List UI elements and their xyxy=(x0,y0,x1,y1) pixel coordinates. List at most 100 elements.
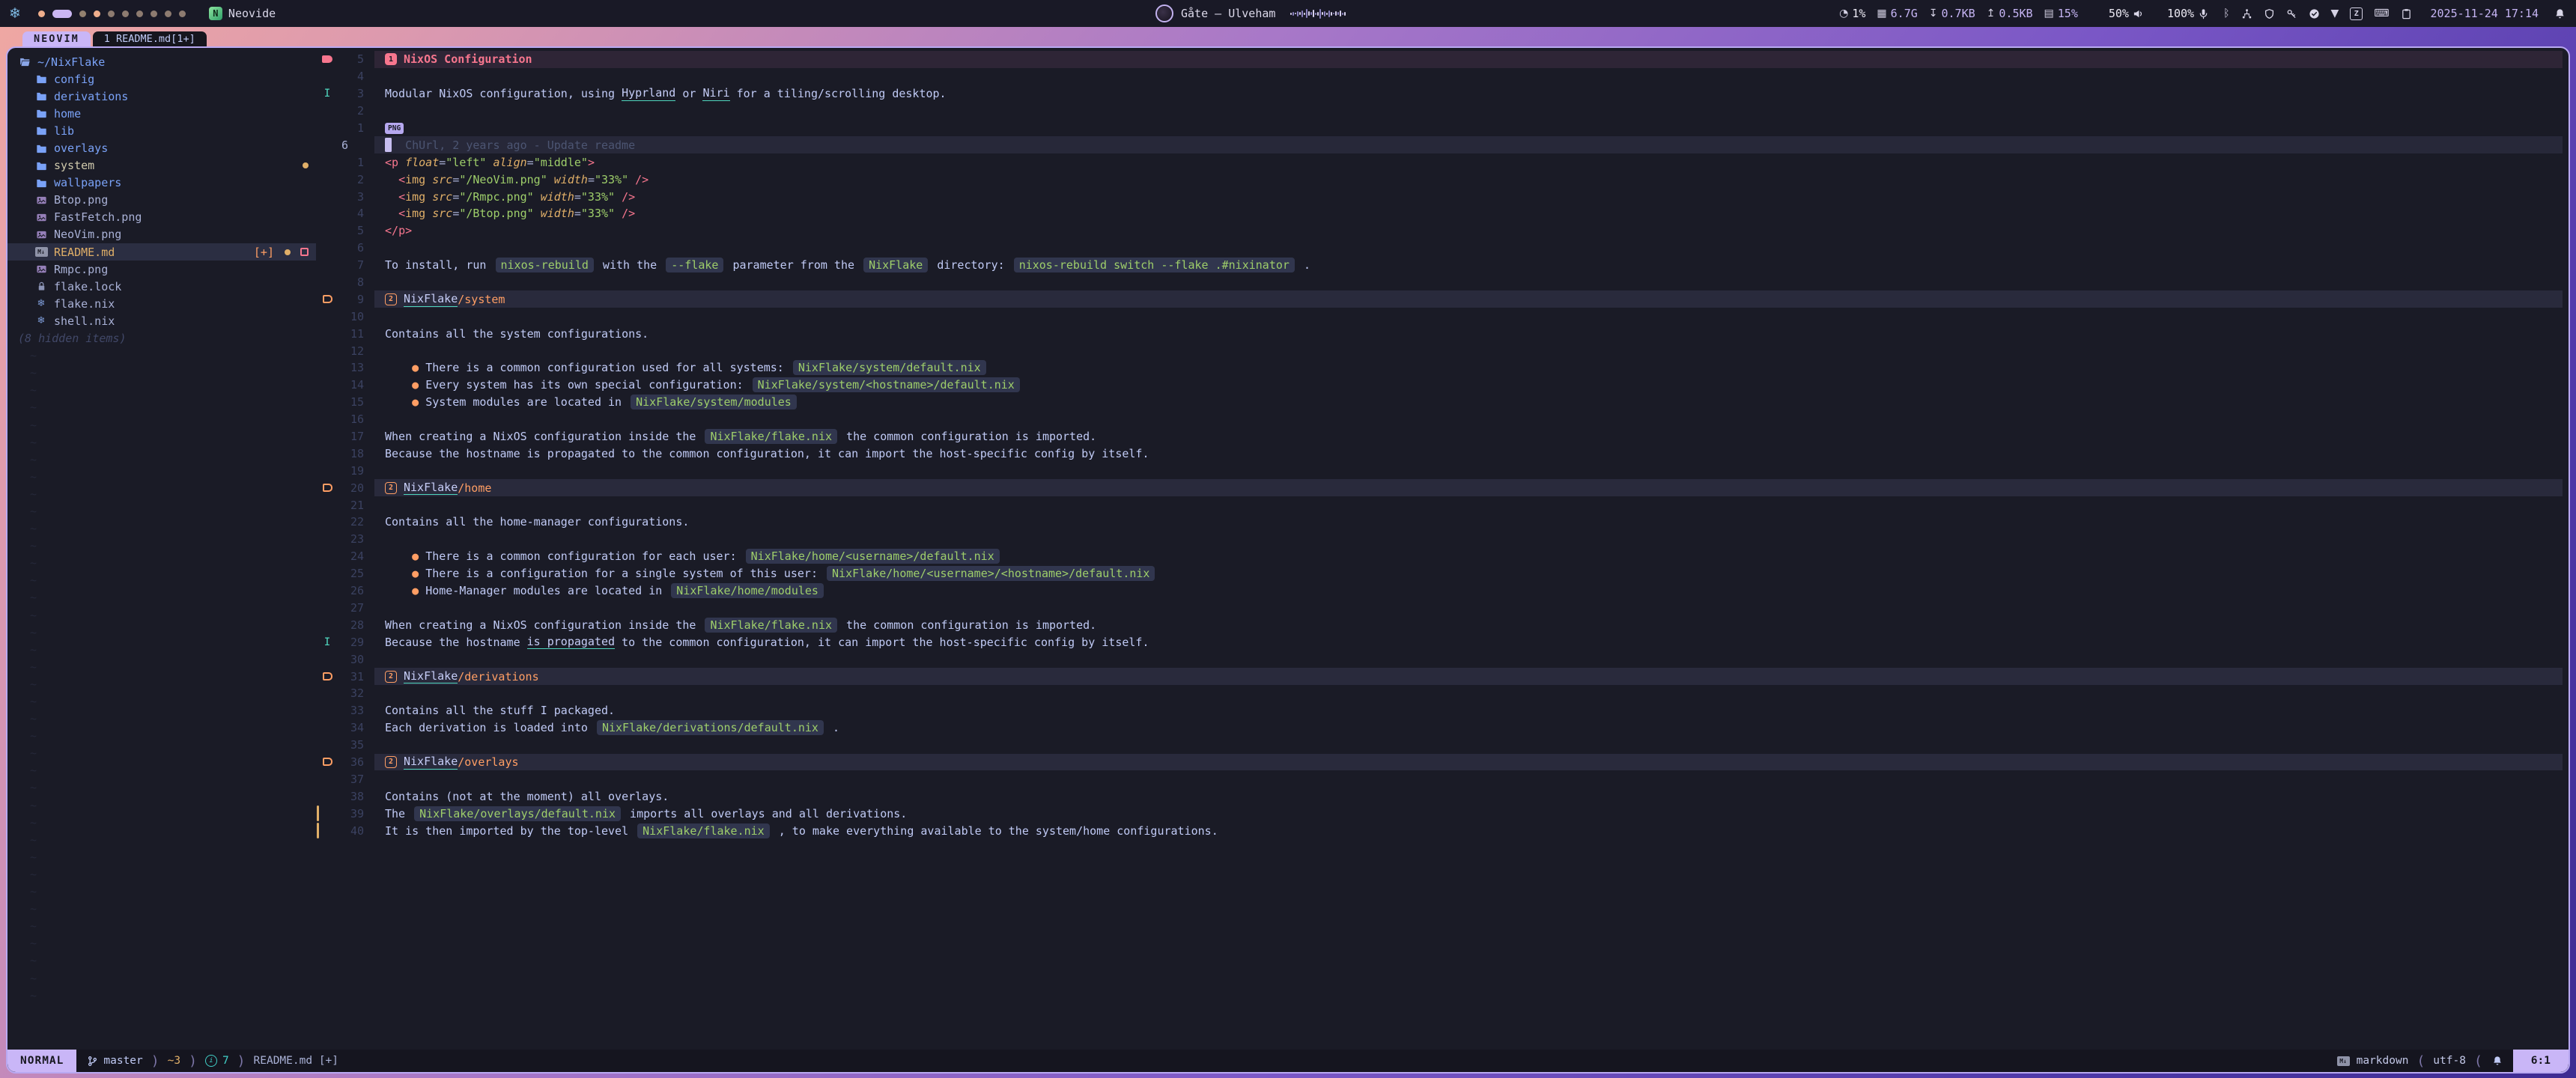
editor-line[interactable]: 16 xyxy=(316,411,2563,428)
editor-line[interactable]: 38Contains (not at the moment) all overl… xyxy=(316,788,2563,805)
editor-line[interactable]: 18Because the hostname is propagated to … xyxy=(316,445,2563,462)
editor-line[interactable]: 26 ● Home-Manager modules are located in… xyxy=(316,582,2563,600)
editor-line[interactable]: 39The NixFlake/overlays/default.nix impo… xyxy=(316,805,2563,822)
tree-item-rmpc-png[interactable]: Rmpc.png xyxy=(7,261,316,278)
editor-line[interactable]: 35 xyxy=(316,737,2563,754)
key-icon[interactable] xyxy=(2286,8,2297,19)
editor-line[interactable]: 10 xyxy=(316,308,2563,325)
clock[interactable]: 2025-11-24 17:14 xyxy=(2431,7,2539,20)
disk-icon[interactable]: ▤15% xyxy=(2044,7,2078,20)
bluetooth-icon[interactable]: ᛒ xyxy=(2223,7,2229,19)
workspace-dot[interactable] xyxy=(179,10,186,17)
keyboard-layout-icon[interactable]: ⌨ xyxy=(2374,7,2389,19)
workspace-active[interactable] xyxy=(52,10,72,18)
workspace-dot[interactable] xyxy=(165,10,171,17)
microphone-icon[interactable]: 100% xyxy=(2167,7,2209,20)
editor-line[interactable]: 13 ● There is a common configuration use… xyxy=(316,359,2563,377)
editor-line[interactable]: 30 xyxy=(316,651,2563,668)
editor-line[interactable]: 14 ● Every system has its own special co… xyxy=(316,377,2563,394)
tree-item-shell-nix[interactable]: ❄shell.nix xyxy=(7,312,316,329)
cpu-gauge-icon[interactable]: ◔1% xyxy=(1839,7,1865,20)
tree-item-btop-png[interactable]: Btop.png xyxy=(7,192,316,209)
editor-line[interactable]: I29Because the hostname is propagated to… xyxy=(316,633,2563,651)
editor-line[interactable]: 28When creating a NixOS configuration in… xyxy=(316,616,2563,633)
editor-line[interactable]: 37 xyxy=(316,770,2563,788)
editor-line[interactable]: 312NixFlake/derivations xyxy=(316,668,2563,685)
workspace-dot[interactable] xyxy=(122,10,129,17)
tree-item-derivations[interactable]: derivations xyxy=(7,88,316,105)
workspace-dot[interactable] xyxy=(136,10,143,17)
tree-item-neovim-png[interactable]: NeoVim.png xyxy=(7,226,316,243)
workspace-dot[interactable] xyxy=(108,10,115,17)
editor-line[interactable]: 6 xyxy=(316,240,2563,257)
editor-line[interactable]: 4 <img src="/Btop.png" width="33%" /> xyxy=(316,205,2563,222)
tree-item-wallpapers[interactable]: wallpapers xyxy=(7,174,316,192)
editor-line[interactable]: 22Contains all the home-manager configur… xyxy=(316,514,2563,531)
editor-line[interactable]: 17When creating a NixOS configuration in… xyxy=(316,428,2563,445)
workspace-dot[interactable] xyxy=(79,10,86,17)
tree-item-flake-lock[interactable]: flake.lock xyxy=(7,278,316,295)
editor-line[interactable]: 34Each derivation is loaded into NixFlak… xyxy=(316,719,2563,737)
media-widget[interactable]: Gåte – Ulveham xyxy=(1155,0,1346,27)
editor-line[interactable]: 362NixFlake/overlays xyxy=(316,754,2563,771)
bell-icon[interactable] xyxy=(2492,1056,2503,1066)
editor-line[interactable]: 11Contains all the system configurations… xyxy=(316,325,2563,342)
editor-line[interactable]: 2 xyxy=(316,103,2563,120)
editor-buffer[interactable]: 51NixOS Configuration4I3Modular NixOS co… xyxy=(316,48,2569,1050)
editor-line[interactable]: 1PNG xyxy=(316,120,2563,137)
editor-line[interactable]: 4 xyxy=(316,68,2563,85)
diagnostics-info[interactable]: i 7 xyxy=(205,1055,229,1067)
editor-line[interactable]: 2 <img src="/NeoVim.png" width="33%" /> xyxy=(316,171,2563,188)
tree-item-config[interactable]: config xyxy=(7,70,316,88)
tree-item-flake-nix[interactable]: ❄flake.nix xyxy=(7,295,316,312)
editor-line[interactable]: 40It is then imported by the top-level N… xyxy=(316,822,2563,839)
git-branch[interactable]: master xyxy=(87,1055,142,1067)
editor-line[interactable]: 23 xyxy=(316,531,2563,548)
tree-item-lib[interactable]: lib xyxy=(7,122,316,139)
editor-line[interactable]: 33Contains all the stuff I packaged. xyxy=(316,702,2563,719)
tree-item-home[interactable]: home xyxy=(7,105,316,122)
editor-line[interactable]: 27 xyxy=(316,600,2563,617)
clipboard-icon[interactable] xyxy=(2401,8,2412,19)
editor-line[interactable]: 92NixFlake/system xyxy=(316,290,2563,308)
tree-item-system[interactable]: system xyxy=(7,157,316,174)
bell-icon[interactable] xyxy=(2554,8,2566,19)
workspace-dot[interactable] xyxy=(151,10,157,17)
zellij-icon[interactable]: Z xyxy=(2350,7,2363,20)
volume-icon[interactable]: 50% xyxy=(2109,7,2144,20)
editor-line[interactable]: 19 xyxy=(316,462,2563,479)
net-download-icon[interactable]: ↧0.7KB xyxy=(1929,7,1975,20)
tree-item-overlays[interactable]: overlays xyxy=(7,139,316,156)
editor-line[interactable]: 1<p float="left" align="middle"> xyxy=(316,153,2563,171)
editor-line[interactable]: 12 xyxy=(316,342,2563,359)
vpn-triangle-icon[interactable]: ▼ xyxy=(2331,7,2339,19)
tab-neovim[interactable]: NEOVIM xyxy=(22,31,91,46)
editor-line[interactable]: 3 <img src="/Rmpc.png" width="33%" /> xyxy=(316,188,2563,205)
editor-line[interactable]: I3Modular NixOS configuration, using Hyp… xyxy=(316,85,2563,103)
editor-line[interactable]: 51NixOS Configuration xyxy=(316,51,2563,68)
editor-line[interactable]: 7To install, run nixos-rebuild with the … xyxy=(316,257,2563,274)
editor-cursor-line[interactable]: 6 ChUrl, 2 years ago - Update readme xyxy=(316,136,2563,153)
editor-line[interactable]: 8 xyxy=(316,274,2563,291)
net-upload-icon[interactable]: ↥0.5KB xyxy=(1987,7,2033,20)
nixos-logo-icon[interactable]: ❄ xyxy=(9,5,21,22)
editor-line[interactable]: 15 ● System modules are located in NixFl… xyxy=(316,394,2563,411)
tab-buffer-readme[interactable]: 1 README.md[1+] xyxy=(93,31,207,46)
tree-item--nixflake[interactable]: ~/NixFlake xyxy=(7,53,316,70)
shield-icon[interactable] xyxy=(2264,8,2275,19)
network-hub-icon[interactable] xyxy=(2241,8,2253,19)
editor-line[interactable]: 5</p> xyxy=(316,222,2563,240)
editor-line[interactable]: 21 xyxy=(316,496,2563,514)
workspace-dot[interactable] xyxy=(38,10,45,17)
tree-item-readme-md[interactable]: M↓README.md[+] xyxy=(7,243,316,261)
tree-item--8-hidden-items-[interactable]: (8 hidden items) xyxy=(7,330,316,347)
tree-item-fastfetch-png[interactable]: FastFetch.png xyxy=(7,209,316,226)
editor-line[interactable]: 24 ● There is a common configuration for… xyxy=(316,548,2563,565)
editor-line[interactable]: 32 xyxy=(316,685,2563,702)
editor-line[interactable]: 25 ● There is a configuration for a sing… xyxy=(316,565,2563,582)
editor-line[interactable]: 202NixFlake/home xyxy=(316,479,2563,496)
check-circle-icon[interactable] xyxy=(2309,8,2320,19)
memory-icon[interactable]: ▦6.7G xyxy=(1877,7,1917,20)
workspace-dot[interactable] xyxy=(94,10,100,17)
file-tree[interactable]: ~/NixFlakeconfigderivationshomeliboverla… xyxy=(7,48,316,1050)
